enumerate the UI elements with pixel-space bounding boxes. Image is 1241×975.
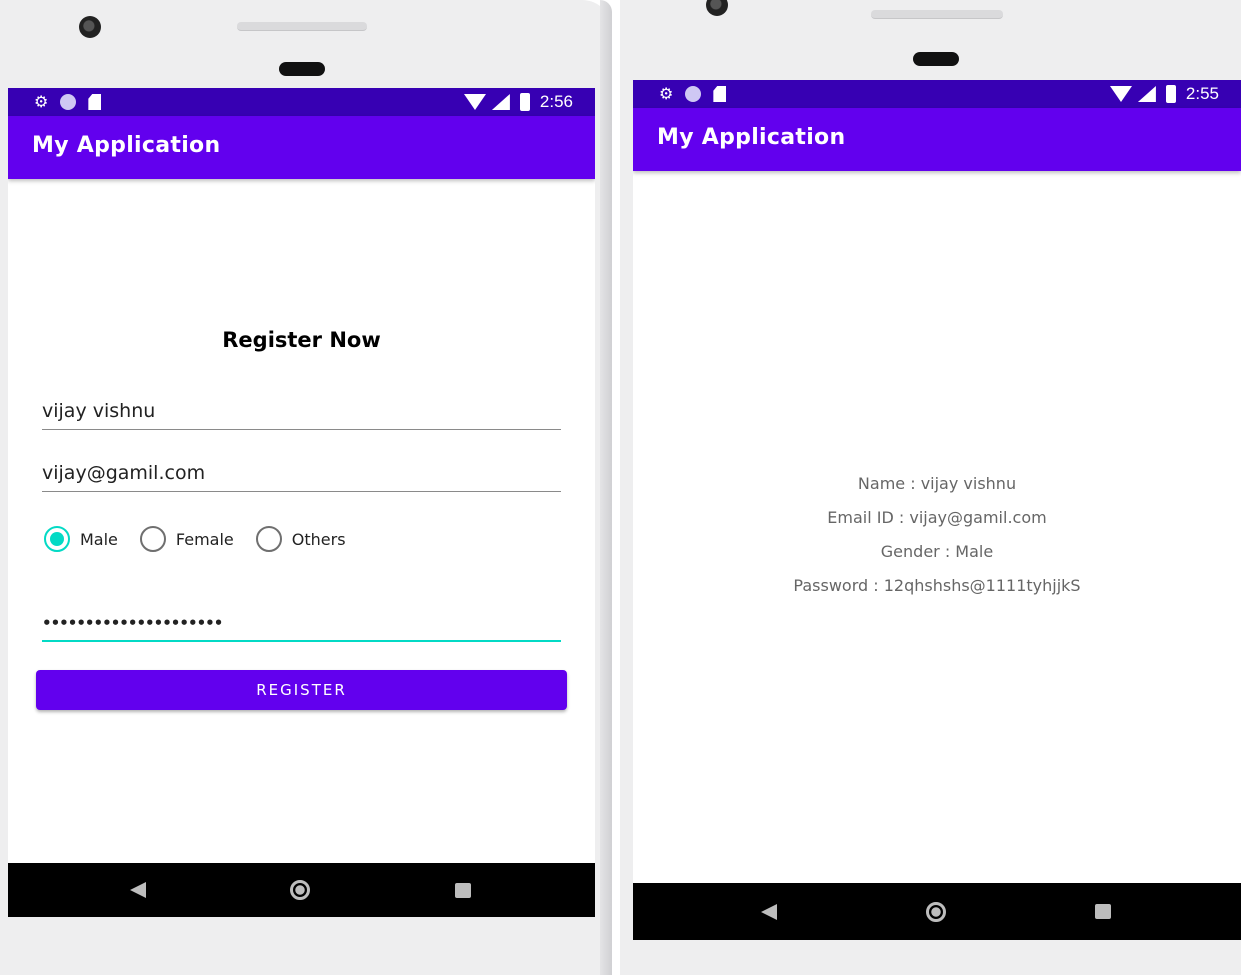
cell-signal-icon (491, 94, 510, 110)
settings-gear-icon: ⚙ (34, 92, 49, 111)
detail-email: Email ID : vijay@gamil.com (827, 508, 1047, 527)
sd-card-icon (88, 94, 102, 110)
nav-home-icon[interactable] (926, 902, 946, 922)
proximity-sensor (913, 52, 959, 66)
nav-bar (633, 883, 1241, 940)
cell-signal-icon (1137, 86, 1156, 102)
status-bar: ⚙ 2:56 (8, 88, 595, 116)
detail-password: Password : 12qhshshs@1111tyhjjkS (793, 576, 1081, 595)
detail-gender: Gender : Male (880, 542, 994, 561)
battery-icon (519, 93, 530, 111)
app-title: My Application (657, 125, 846, 150)
status-time: 2:56 (539, 92, 573, 111)
email-input[interactable] (42, 458, 561, 488)
detail-name: Name : vijay vishnu (857, 474, 1017, 493)
phone-bezel (620, 0, 1241, 88)
status-time: 2:55 (1185, 84, 1219, 103)
radio-label-others: Others (291, 529, 346, 549)
radio-label-female: Female (175, 529, 234, 549)
wifi-icon (1109, 86, 1132, 102)
phone-bezel (0, 0, 612, 88)
nav-recents-icon[interactable] (455, 883, 471, 898)
radio-female[interactable]: Female (139, 526, 234, 552)
wifi-icon (463, 94, 486, 110)
nav-bar (8, 863, 595, 917)
radio-checked-icon (44, 526, 70, 552)
radio-unchecked-icon (255, 526, 282, 552)
notification-dot-icon (685, 86, 702, 102)
sd-card-icon (713, 86, 727, 102)
settings-gear-icon: ⚙ (659, 84, 674, 103)
status-bar: ⚙ 2:55 (633, 80, 1241, 108)
radio-others[interactable]: Others (255, 526, 346, 552)
register-button[interactable]: REGISTER (36, 670, 567, 710)
earpiece-speaker (871, 10, 1003, 19)
password-input[interactable] (42, 608, 561, 638)
nav-recents-icon[interactable] (1095, 904, 1111, 919)
proximity-sensor (279, 62, 325, 76)
phone-left: ⚙ 2:56 My Application Register Now vijay… (0, 0, 612, 975)
notification-dot-icon (60, 94, 77, 110)
nav-back-icon[interactable] (761, 904, 777, 920)
front-camera (79, 16, 101, 38)
screen-details: ⚙ 2:55 My Application Name : vijay vishn… (633, 80, 1241, 940)
radio-label-male: Male (80, 529, 118, 549)
name-input[interactable] (42, 396, 561, 426)
radio-unchecked-icon (139, 526, 166, 552)
app-bar: My Application (8, 116, 595, 179)
nav-home-icon[interactable] (290, 880, 310, 900)
front-camera (706, 0, 728, 16)
register-title: Register Now (222, 328, 381, 352)
app-title: My Application (32, 133, 221, 158)
email-field[interactable] (42, 458, 561, 492)
battery-icon (1165, 85, 1176, 103)
app-bar: My Application (633, 108, 1241, 171)
phone-right: ⚙ 2:55 My Application Name : vijay vishn… (620, 0, 1241, 975)
password-field[interactable] (42, 608, 561, 642)
radio-male[interactable]: Male (44, 526, 118, 552)
name-field[interactable] (42, 396, 561, 430)
screen-register: ⚙ 2:56 My Application Register Now vijay… (8, 88, 595, 917)
nav-back-icon[interactable] (130, 882, 146, 898)
earpiece-speaker (237, 22, 367, 31)
gender-radio-group: Male Female Others (44, 526, 368, 552)
